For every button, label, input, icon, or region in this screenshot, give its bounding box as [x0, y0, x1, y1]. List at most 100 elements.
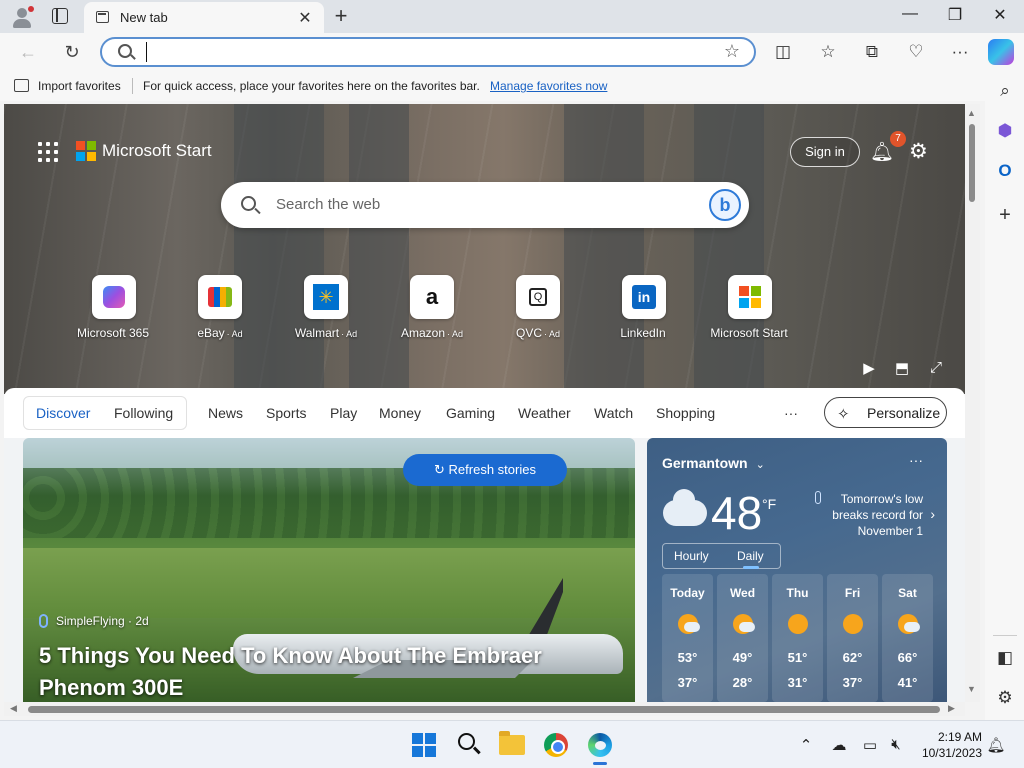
forecast-tab-daily[interactable]: Daily [737, 549, 764, 563]
taskbar-search-button[interactable] [452, 730, 484, 760]
brand-title[interactable]: Microsoft Start [102, 141, 212, 161]
scroll-down-arrow-icon[interactable]: ▼ [967, 684, 976, 694]
back-button[interactable]: ← [14, 39, 42, 65]
quick-link-label: Microsoft 365 [76, 326, 150, 340]
feed-tab-discover[interactable]: Discover [36, 405, 90, 421]
feed-tab-shopping[interactable]: Shopping [656, 405, 715, 421]
scroll-right-arrow-icon[interactable]: ▶ [948, 703, 955, 714]
horizontal-scrollbar[interactable]: ◀ ▶ [4, 702, 965, 716]
clock-date: 10/31/2023 [921, 746, 982, 760]
tab-actions-icon[interactable] [52, 8, 68, 24]
top-story-card[interactable]: ↻ Refresh stories SimpleFlying · 2d 5 Th… [23, 438, 635, 702]
expand-icon[interactable]: ⤢ [926, 359, 946, 376]
system-clock[interactable]: 2:19 AM 10/31/2023 [912, 729, 982, 761]
sidebar-add-icon[interactable]: + [992, 202, 1018, 228]
address-bar[interactable]: ☆ [100, 37, 756, 67]
settings-and-more-icon[interactable]: ··· [947, 40, 973, 64]
feed-tab-money[interactable]: Money [379, 405, 421, 421]
feed-tab-watch[interactable]: Watch [594, 405, 633, 421]
app-launcher-icon[interactable] [38, 142, 58, 162]
split-screen-icon[interactable]: ◫ [770, 40, 796, 64]
sidebar-search-icon[interactable]: ⌕ [992, 78, 1018, 104]
add-favorite-star-icon[interactable]: ☆ [724, 41, 740, 62]
quick-link-ebay[interactable]: eBay · Ad [170, 275, 270, 340]
search-placeholder: Search the web [276, 196, 381, 213]
change-background-icon[interactable]: ⬒ [892, 359, 912, 377]
sidebar-m365-icon[interactable]: ⬢ [992, 118, 1018, 144]
weather-card[interactable]: Germantown ⌄ ··· 48 °F Tomorrow's low bre… [647, 438, 947, 702]
play-background-icon[interactable]: ▶ [859, 359, 879, 377]
refresh-button[interactable]: ↻ [58, 39, 86, 65]
feed-more-button[interactable]: ··· [784, 405, 798, 421]
profile-avatar-icon[interactable] [10, 5, 34, 29]
edge-button[interactable] [584, 730, 616, 760]
copilot-icon[interactable] [988, 39, 1014, 65]
tab-new-tab[interactable]: New tab ✕ [84, 2, 324, 33]
forecast-high: 51° [787, 650, 808, 665]
feed-tab-following[interactable]: Following [114, 405, 173, 421]
sign-in-button[interactable]: Sign in [790, 137, 860, 167]
forecast-day[interactable]: Wed 49° 28° [717, 574, 768, 702]
active-tab-indicator [743, 566, 759, 569]
network-icon[interactable]: ▭ [860, 736, 880, 754]
sidebar-outlook-icon[interactable]: O [992, 158, 1018, 184]
collections-icon[interactable]: ⧉ [859, 40, 885, 64]
notifications-icon[interactable]: 🔔︎ [986, 736, 1006, 754]
close-tab-icon[interactable]: ✕ [296, 8, 314, 28]
chrome-button[interactable] [540, 730, 572, 760]
vertical-scrollbar[interactable]: ▲ ▼ [965, 104, 980, 702]
favorites-bar-message: For quick access, place your favorites h… [143, 79, 480, 93]
onedrive-icon[interactable]: ☁ [829, 736, 849, 754]
quick-link-linkedin[interactable]: in LinkedIn [594, 275, 694, 340]
qvc-logo-icon: Q [529, 288, 547, 306]
close-window-button[interactable]: ✕ [985, 5, 1015, 25]
restore-button[interactable]: ❐ [940, 5, 970, 25]
quick-link-microsoft-start[interactable]: Microsoft Start [700, 275, 800, 340]
browser-essentials-icon[interactable]: ♡ [903, 40, 929, 64]
weather-more-options[interactable]: ··· [909, 452, 923, 468]
forecast-tab-hourly[interactable]: Hourly [674, 549, 709, 563]
vertical-scroll-thumb[interactable] [969, 124, 975, 202]
weather-location[interactable]: Germantown ⌄ [662, 455, 765, 471]
forecast-day[interactable]: Fri 62° 37° [827, 574, 878, 702]
feed-tab-sports[interactable]: Sports [266, 405, 306, 421]
manage-favorites-link[interactable]: Manage favorites now [490, 79, 607, 93]
scroll-up-arrow-icon[interactable]: ▲ [967, 108, 976, 118]
feed-tab-gaming[interactable]: Gaming [446, 405, 495, 421]
minimize-button[interactable]: — [895, 5, 925, 23]
web-search-box[interactable]: Search the web b [221, 182, 749, 228]
page-settings-gear-icon[interactable]: ⚙ [909, 139, 933, 163]
quick-link-qvc[interactable]: Q QVC · Ad [488, 275, 588, 340]
import-favorites-link[interactable]: Import favorites [38, 79, 121, 93]
bing-chat-icon[interactable]: b [709, 189, 741, 221]
address-input[interactable] [146, 42, 706, 62]
feed-tab-play[interactable]: Play [330, 405, 357, 421]
notifications-bell-icon[interactable]: 🔔︎ [870, 140, 894, 164]
feed-tab-news[interactable]: News [208, 405, 243, 421]
new-tab-button[interactable]: + [330, 3, 352, 29]
favorites-bar: Import favorites For quick access, place… [0, 71, 985, 101]
forecast-day[interactable]: Thu 51° 31° [772, 574, 823, 702]
show-hidden-icons-chevron-icon[interactable]: ⌃ [796, 736, 816, 754]
scroll-left-arrow-icon[interactable]: ◀ [10, 703, 17, 714]
forecast-day[interactable]: Sat 66° 41° [882, 574, 933, 702]
temperature-unit[interactable]: °F [762, 496, 776, 512]
chevron-right-icon: › [930, 506, 935, 522]
refresh-stories-button[interactable]: ↻ Refresh stories [403, 454, 567, 486]
file-explorer-button[interactable] [496, 730, 528, 760]
volume-muted-icon[interactable]: 🔇︎ [886, 736, 906, 753]
quick-link-amazon[interactable]: a Amazon · Ad [382, 275, 482, 340]
hide-sidebar-icon[interactable]: ◧ [992, 645, 1018, 671]
forecast-day[interactable]: Today 53° 37° [662, 574, 713, 702]
horizontal-scroll-thumb[interactable] [28, 706, 940, 713]
personalize-button[interactable]: ✧ Personalize [824, 397, 947, 428]
quick-link-walmart[interactable]: ✳ Walmart · Ad [276, 275, 376, 340]
quick-link-microsoft-365[interactable]: Microsoft 365 [64, 275, 164, 340]
personalize-sparkle-icon: ✧ [837, 406, 850, 423]
sidebar-settings-icon[interactable]: ⚙ [992, 685, 1018, 711]
feed-tab-weather[interactable]: Weather [518, 405, 571, 421]
start-button[interactable] [408, 730, 440, 760]
favorites-icon[interactable]: ☆ [815, 40, 841, 64]
weather-alert[interactable]: Tomorrow's low breaks record for Novembe… [813, 491, 935, 539]
story-headline[interactable]: 5 Things You Need To Know About The Embr… [39, 640, 599, 702]
